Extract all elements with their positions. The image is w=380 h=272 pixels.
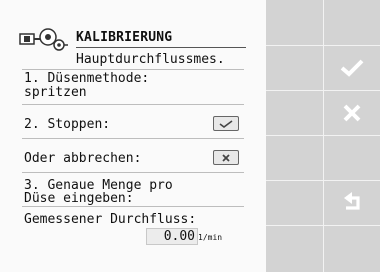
- softkey-empty[interactable]: [323, 0, 380, 44]
- page-subtitle: Hauptdurchflussmes.: [76, 52, 225, 67]
- divider: [22, 138, 244, 139]
- close-icon: [343, 104, 360, 122]
- cancel-button[interactable]: [323, 91, 380, 135]
- softkey-empty[interactable]: [323, 136, 380, 180]
- stop-confirm-checkbox[interactable]: [213, 116, 239, 131]
- confirm-button[interactable]: [323, 46, 380, 90]
- return-button[interactable]: [323, 181, 380, 225]
- page-title: KALIBRIERUNG: [76, 30, 173, 45]
- softkey-empty[interactable]: [266, 46, 323, 90]
- return-icon: [343, 192, 360, 210]
- divider: [22, 206, 244, 207]
- divider: [22, 172, 244, 173]
- softkey-empty[interactable]: [266, 91, 323, 135]
- softkey-empty[interactable]: [266, 226, 323, 270]
- check-icon: [219, 119, 233, 128]
- calibration-panel: KALIBRIERUNG Hauptdurchflussmes. 1. Düse…: [0, 0, 266, 272]
- measured-flow-input[interactable]: 0.00: [146, 228, 198, 245]
- measured-flow-label: Gemessener Durchfluss:: [24, 212, 197, 227]
- divider: [22, 104, 244, 105]
- softkey-empty[interactable]: [323, 226, 380, 270]
- x-icon: [222, 153, 230, 162]
- title-divider: [76, 47, 246, 48]
- softkey-panel: [266, 0, 380, 272]
- step1-value: spritzen: [24, 85, 87, 100]
- divider: [22, 69, 244, 70]
- step3-line2: Düse eingeben:: [24, 191, 134, 206]
- cancel-label: Oder abbrechen:: [24, 151, 142, 166]
- softkey-empty[interactable]: [266, 181, 323, 225]
- softkey-empty[interactable]: [266, 136, 323, 180]
- step2-label: 2. Stoppen:: [24, 117, 111, 132]
- softkey-empty[interactable]: [266, 0, 323, 44]
- flow-meter-icon: [19, 28, 68, 51]
- cancel-checkbox[interactable]: [213, 150, 239, 165]
- step1-label: 1. Düsenmethode:: [24, 71, 150, 86]
- checkmark-icon: [340, 59, 363, 77]
- measured-flow-unit: 1/min: [198, 233, 223, 242]
